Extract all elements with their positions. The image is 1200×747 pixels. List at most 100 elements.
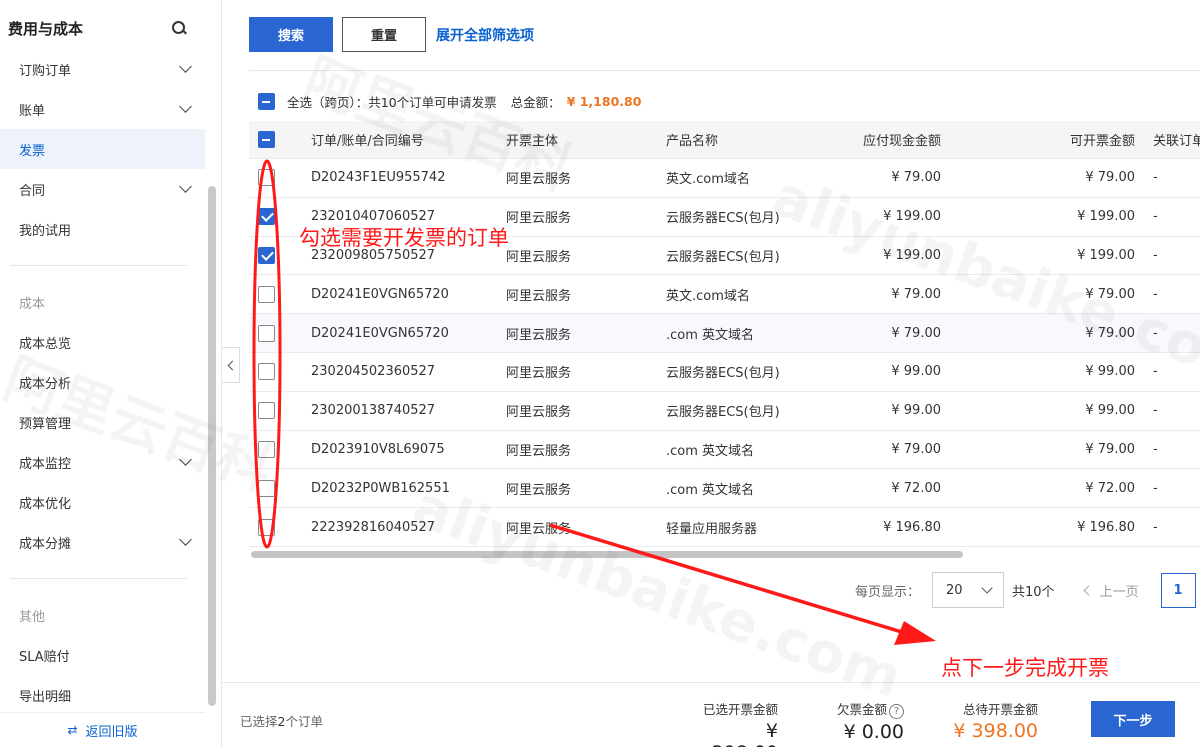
sidebar-menu: 订购订单 账单 发票 合同 我的试用 成本 成本总览 成本分析 预算管理 成本监… bbox=[0, 49, 205, 715]
cell-checkbox bbox=[249, 402, 311, 419]
sidebar-item-budget[interactable]: 预算管理 bbox=[0, 402, 205, 442]
sidebar-item-cost-optimize[interactable]: 成本优化 bbox=[0, 482, 205, 522]
annotation-check-hint: 勾选需要开发票的订单 bbox=[299, 222, 509, 252]
cell-product: 轻量应用服务器 bbox=[666, 518, 826, 537]
sidebar-item-label: 订购订单 bbox=[19, 60, 71, 79]
sidebar-item-cost-allocation[interactable]: 成本分摊 bbox=[0, 522, 205, 562]
sidebar-item-label: 账单 bbox=[19, 100, 45, 119]
cell-payable: ¥ 79.00 bbox=[826, 170, 941, 185]
sidebar-item-invoice[interactable]: 发票 bbox=[0, 129, 205, 169]
cell-invoiceable: ¥ 196.80 bbox=[941, 520, 1135, 535]
cell-entity: 阿里云服务 bbox=[506, 324, 666, 343]
table-row[interactable]: D20241E0VGN65720阿里云服务.com 英文域名¥ 79.00¥ 7… bbox=[249, 314, 1200, 353]
sidebar-item-cost-analysis[interactable]: 成本分析 bbox=[0, 362, 205, 402]
cell-payable: ¥ 79.00 bbox=[826, 442, 941, 457]
cell-invoiceable: ¥ 79.00 bbox=[941, 442, 1135, 457]
table-row[interactable]: D20243F1EU955742阿里云服务英文.com域名¥ 79.00¥ 79… bbox=[249, 159, 1200, 198]
page-1-button[interactable]: 1 bbox=[1161, 573, 1196, 608]
cell-order-number: D2023910V8L69075 bbox=[311, 442, 506, 457]
cell-product: .com 英文域名 bbox=[666, 324, 826, 343]
sidebar-scrollbar[interactable] bbox=[208, 186, 216, 706]
table-header: 订单/账单/合同编号 开票主体 产品名称 应付现金金额 可开票金额 关联订单 bbox=[249, 121, 1200, 159]
help-icon[interactable]: ? bbox=[889, 704, 904, 719]
page-size-select[interactable]: 20 bbox=[932, 572, 1004, 608]
row-checkbox[interactable] bbox=[258, 402, 275, 419]
pending-amount-value: ¥ 398.00 bbox=[952, 720, 1038, 742]
row-checkbox[interactable] bbox=[258, 441, 275, 458]
search-button[interactable]: 搜索 bbox=[249, 17, 333, 52]
row-checkbox[interactable] bbox=[258, 169, 275, 186]
cell-related: - bbox=[1135, 442, 1200, 457]
col-header-invoiceable: 可开票金额 bbox=[941, 130, 1135, 149]
sidebar-item-export[interactable]: 导出明细 bbox=[0, 675, 205, 715]
sidebar-item-orders[interactable]: 订购订单 bbox=[0, 49, 205, 89]
col-header-number: 订单/账单/合同编号 bbox=[311, 130, 506, 149]
header-checkbox[interactable] bbox=[258, 131, 275, 148]
swap-icon: ⇄ bbox=[67, 723, 77, 737]
cell-related: - bbox=[1135, 520, 1200, 535]
cell-order-number: D20241E0VGN65720 bbox=[311, 287, 506, 302]
cell-order-number: D20241E0VGN65720 bbox=[311, 326, 506, 341]
select-all-cross-page-checkbox[interactable] bbox=[258, 93, 275, 110]
sidebar-item-trial[interactable]: 我的试用 bbox=[0, 209, 205, 249]
row-checkbox[interactable] bbox=[258, 208, 275, 225]
cell-related: - bbox=[1135, 248, 1200, 263]
next-step-button[interactable]: 下一步 bbox=[1091, 701, 1175, 737]
sidebar-item-label: 成本优化 bbox=[19, 493, 71, 512]
cell-related: - bbox=[1135, 170, 1200, 185]
table-row[interactable]: 222392816040527阿里云服务轻量应用服务器¥ 196.80¥ 196… bbox=[249, 508, 1200, 547]
cell-payable: ¥ 79.00 bbox=[826, 326, 941, 341]
cell-product: 云服务器ECS(包月) bbox=[666, 362, 826, 381]
row-checkbox[interactable] bbox=[258, 286, 275, 303]
expand-filters-link[interactable]: 展开全部筛选项 bbox=[436, 25, 534, 45]
cell-order-number: D20243F1EU955742 bbox=[311, 170, 506, 185]
table-body: D20243F1EU955742阿里云服务英文.com域名¥ 79.00¥ 79… bbox=[249, 159, 1200, 547]
reset-button[interactable]: 重置 bbox=[342, 17, 426, 52]
search-icon[interactable] bbox=[171, 20, 187, 36]
chevron-down-icon bbox=[981, 582, 992, 593]
sidebar-item-sla[interactable]: SLA赔付 bbox=[0, 635, 205, 675]
table-row[interactable]: 230200138740527阿里云服务云服务器ECS(包月)¥ 99.00¥ … bbox=[249, 392, 1200, 431]
row-checkbox[interactable] bbox=[258, 247, 275, 264]
cell-related: - bbox=[1135, 287, 1200, 302]
select-all-text: 全选（跨页）：共10个订单可申请发票 bbox=[287, 92, 497, 111]
col-header-payable: 应付现金金额 bbox=[826, 130, 941, 149]
cell-entity: 阿里云服务 bbox=[506, 207, 666, 226]
total-amount-label: 总金额： bbox=[511, 92, 561, 111]
annotation-next-hint: 点下一步完成开票 bbox=[941, 652, 1109, 682]
table-row[interactable]: 230204502360527阿里云服务云服务器ECS(包月)¥ 99.00¥ … bbox=[249, 353, 1200, 392]
pending-amount-label: 总待开票金额 bbox=[952, 699, 1038, 718]
cell-invoiceable: ¥ 99.00 bbox=[941, 364, 1135, 379]
cell-entity: 阿里云服务 bbox=[506, 401, 666, 420]
scrollbar-thumb[interactable] bbox=[251, 551, 963, 558]
sidebar-item-label: 发票 bbox=[19, 140, 45, 159]
sidebar-item-label: 我的试用 bbox=[19, 220, 71, 239]
row-checkbox[interactable] bbox=[258, 519, 275, 536]
sidebar-item-label: 成本总览 bbox=[19, 333, 71, 352]
row-checkbox[interactable] bbox=[258, 480, 275, 497]
sidebar-item-cost-overview[interactable]: 成本总览 bbox=[0, 322, 205, 362]
prev-page-button[interactable]: 上一页 bbox=[1085, 581, 1139, 600]
main-content: 搜索 重置 展开全部筛选项 全选（跨页）：共10个订单可申请发票 总金额： ¥ … bbox=[240, 0, 1200, 747]
row-checkbox[interactable] bbox=[258, 363, 275, 380]
chevron-down-icon bbox=[179, 100, 192, 113]
sidebar-item-bills[interactable]: 账单 bbox=[0, 89, 205, 129]
cell-payable: ¥ 196.80 bbox=[826, 520, 941, 535]
cell-entity: 阿里云服务 bbox=[506, 168, 666, 187]
table-row[interactable]: D20241E0VGN65720阿里云服务英文.com域名¥ 79.00¥ 79… bbox=[249, 275, 1200, 314]
table-row[interactable]: D2023910V8L69075阿里云服务.com 英文域名¥ 79.00¥ 7… bbox=[249, 431, 1200, 470]
table-horizontal-scrollbar[interactable] bbox=[249, 550, 1200, 559]
sidebar-item-contract[interactable]: 合同 bbox=[0, 169, 205, 209]
cell-related: - bbox=[1135, 364, 1200, 379]
cell-order-number: 230200138740527 bbox=[311, 403, 506, 418]
back-to-old-version[interactable]: ⇄ 返回旧版 bbox=[0, 712, 205, 747]
cell-invoiceable: ¥ 79.00 bbox=[941, 326, 1135, 341]
pending-amount-block: 总待开票金额 ¥ 398.00 bbox=[952, 699, 1038, 742]
sidebar-item-cost-monitor[interactable]: 成本监控 bbox=[0, 442, 205, 482]
sidebar-collapse-button[interactable] bbox=[222, 347, 240, 383]
table-row[interactable]: D20232P0WB162551阿里云服务.com 英文域名¥ 72.00¥ 7… bbox=[249, 469, 1200, 508]
total-amount-value: ¥ 1,180.80 bbox=[567, 94, 642, 109]
cell-invoiceable: ¥ 72.00 bbox=[941, 481, 1135, 496]
row-checkbox[interactable] bbox=[258, 325, 275, 342]
toolbar-divider bbox=[249, 70, 1200, 71]
